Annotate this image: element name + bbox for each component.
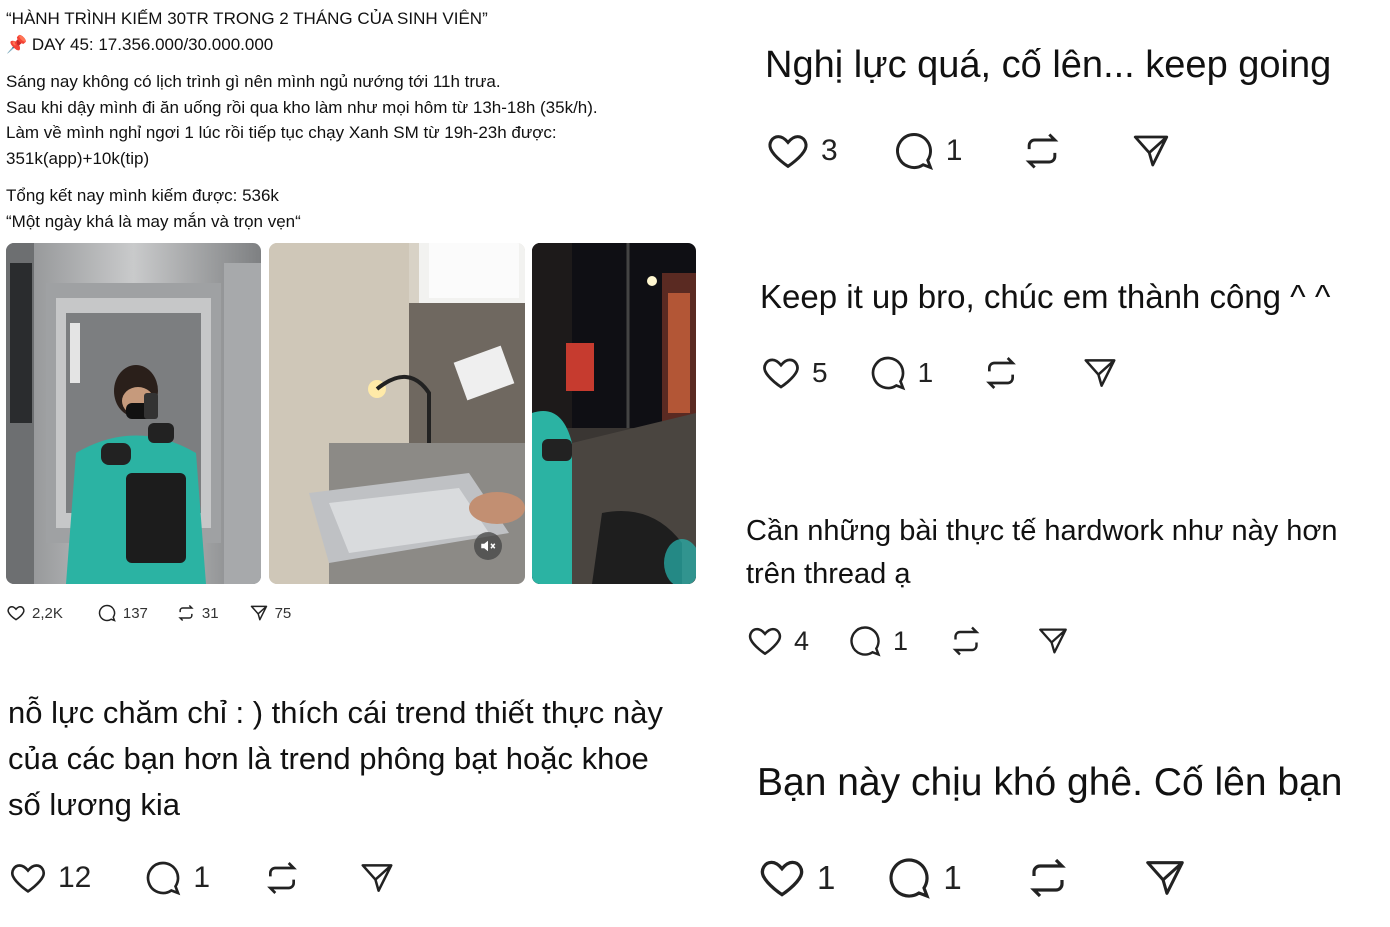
repost-button[interactable] bbox=[981, 353, 1021, 393]
like-button[interactable]: 4 bbox=[746, 622, 809, 660]
post-day-progress: 📌 DAY 45: 17.356.000/30.000.000 bbox=[6, 34, 274, 54]
reply-comment: Bạn này chịu khó ghê. Cố lên bạn bbox=[757, 758, 1342, 808]
heart-icon bbox=[11, 864, 45, 893]
repost-button[interactable] bbox=[262, 858, 302, 898]
send-icon bbox=[250, 605, 267, 621]
warehouse-desk-photo[interactable] bbox=[269, 243, 525, 584]
reply-count: 1 bbox=[943, 859, 962, 896]
repost-icon bbox=[986, 357, 1017, 389]
reply-comment: Keep it up bro, chúc em thành công ^ ^ bbox=[760, 275, 1330, 319]
heart-icon bbox=[768, 135, 808, 169]
like-count: 3 bbox=[821, 134, 838, 167]
like-count: 2,2K bbox=[32, 604, 63, 622]
post-summary-line: Tổng kết nay mình kiếm được: 536k bbox=[6, 186, 279, 205]
post-text-line: Sau khi dậy mình đi ăn uống rồi qua kho … bbox=[6, 97, 598, 117]
repost-button[interactable] bbox=[948, 623, 984, 659]
reply-count: 137 bbox=[122, 604, 148, 622]
comment-action-bar: 3 1 bbox=[765, 128, 1172, 174]
like-button[interactable]: 2,2K bbox=[6, 603, 63, 623]
post-body: “HÀNH TRÌNH KIẾM 30TR TRONG 2 THÁNG CỦA … bbox=[6, 6, 706, 234]
comment-text-line: Keep it up bro, chúc em thành công ^ ^ bbox=[760, 278, 1331, 315]
speech-bubble-icon bbox=[850, 626, 881, 657]
heart-icon bbox=[760, 860, 804, 897]
reply-button[interactable]: 1 bbox=[868, 353, 934, 393]
share-button[interactable]: 75 bbox=[249, 603, 292, 623]
send-icon bbox=[1145, 861, 1184, 895]
like-count: 4 bbox=[794, 625, 810, 656]
post-text-line: Sáng nay không có lịch trình gì nên mình… bbox=[6, 72, 501, 91]
comment-text-line: nỗ lực chăm chỉ : ) thích cái trend thiế… bbox=[8, 695, 663, 730]
share-count: 75 bbox=[274, 604, 292, 622]
comment-action-bar: 1 1 bbox=[757, 853, 1188, 903]
share-button[interactable] bbox=[1036, 624, 1070, 658]
post-text-line: 351k(app)+10k(tip) bbox=[6, 148, 150, 168]
repost-icon bbox=[178, 604, 194, 622]
repost-button[interactable] bbox=[1020, 129, 1064, 173]
night-street-photo[interactable] bbox=[532, 243, 696, 584]
post-action-bar: 2,2K 137 31 75 bbox=[6, 600, 291, 626]
share-button[interactable] bbox=[1142, 855, 1188, 901]
share-button[interactable] bbox=[358, 859, 396, 897]
comment-text-line: của các bạn hơn là trend phông bạt hoặc … bbox=[8, 741, 649, 776]
heart-icon bbox=[763, 358, 799, 389]
like-count: 12 bbox=[58, 861, 92, 894]
reply-button[interactable]: 1 bbox=[847, 623, 908, 659]
post-media-carousel[interactable] bbox=[6, 243, 696, 584]
reply-button[interactable]: 137 bbox=[97, 603, 148, 623]
reply-count: 1 bbox=[917, 357, 934, 388]
like-button[interactable]: 5 bbox=[760, 352, 828, 394]
speech-bubble-icon bbox=[889, 858, 931, 899]
reply-button[interactable]: 1 bbox=[143, 858, 210, 898]
comment-action-bar: 4 1 bbox=[746, 622, 1070, 660]
repost-button[interactable] bbox=[1024, 854, 1072, 902]
reply-count: 1 bbox=[945, 134, 963, 167]
repost-icon bbox=[1029, 858, 1066, 898]
comment-text-line: Nghị lực quá, cố lên... keep going bbox=[765, 44, 1332, 86]
like-button[interactable]: 1 bbox=[757, 853, 835, 903]
like-count: 1 bbox=[817, 859, 836, 896]
comment-text-line: Bạn này chịu khó ghê. Cố lên bạn bbox=[757, 761, 1343, 804]
muted-speaker-icon[interactable] bbox=[479, 537, 497, 555]
comment-text-line: số lương kia bbox=[8, 787, 181, 822]
repost-icon bbox=[1026, 133, 1059, 169]
reply-comment: nỗ lực chăm chỉ : ) thích cái trend thiế… bbox=[8, 690, 708, 828]
send-icon bbox=[1084, 359, 1116, 387]
elevator-selfie-photo[interactable] bbox=[6, 243, 261, 584]
like-button[interactable]: 3 bbox=[765, 128, 838, 174]
post-text-line: Làm về mình nghỉ ngơi 1 lúc rồi tiếp tục… bbox=[6, 123, 557, 142]
like-count: 5 bbox=[812, 357, 828, 388]
send-icon bbox=[1134, 135, 1169, 167]
send-icon bbox=[361, 864, 393, 892]
repost-icon bbox=[267, 862, 297, 894]
comment-action-bar: 12 1 bbox=[8, 858, 396, 898]
send-icon bbox=[1039, 628, 1067, 654]
reply-comment: Nghị lực quá, cố lên... keep going bbox=[765, 42, 1331, 88]
post-title: “HÀNH TRÌNH KIẾM 30TR TRONG 2 THÁNG CỦA … bbox=[6, 9, 488, 28]
comment-action-bar: 5 1 bbox=[760, 352, 1119, 394]
speech-bubble-icon bbox=[871, 356, 905, 391]
repost-count: 31 bbox=[201, 604, 219, 622]
repost-icon bbox=[952, 626, 980, 656]
speech-bubble-icon bbox=[147, 861, 181, 896]
heart-icon bbox=[748, 627, 782, 656]
speech-bubble-icon bbox=[895, 133, 933, 171]
reply-button[interactable]: 1 bbox=[885, 854, 962, 902]
comment-text-line: Cần những bài thực tế hardwork như này h… bbox=[746, 515, 1338, 547]
share-button[interactable] bbox=[1081, 354, 1119, 392]
share-button[interactable] bbox=[1130, 130, 1172, 172]
reply-count: 1 bbox=[193, 861, 211, 894]
speech-bubble-icon bbox=[98, 604, 116, 622]
heart-icon bbox=[7, 605, 25, 621]
reply-count: 1 bbox=[893, 625, 909, 656]
repost-button[interactable]: 31 bbox=[176, 603, 219, 623]
like-button[interactable]: 12 bbox=[8, 858, 91, 898]
post-summary-line: “Một ngày khá là may mắn và trọn vẹn“ bbox=[6, 211, 301, 231]
comment-text-line: trên thread ạ bbox=[746, 558, 911, 590]
reply-button[interactable]: 1 bbox=[892, 129, 963, 173]
reply-comment: Cần những bài thực tế hardwork như này h… bbox=[746, 510, 1376, 596]
